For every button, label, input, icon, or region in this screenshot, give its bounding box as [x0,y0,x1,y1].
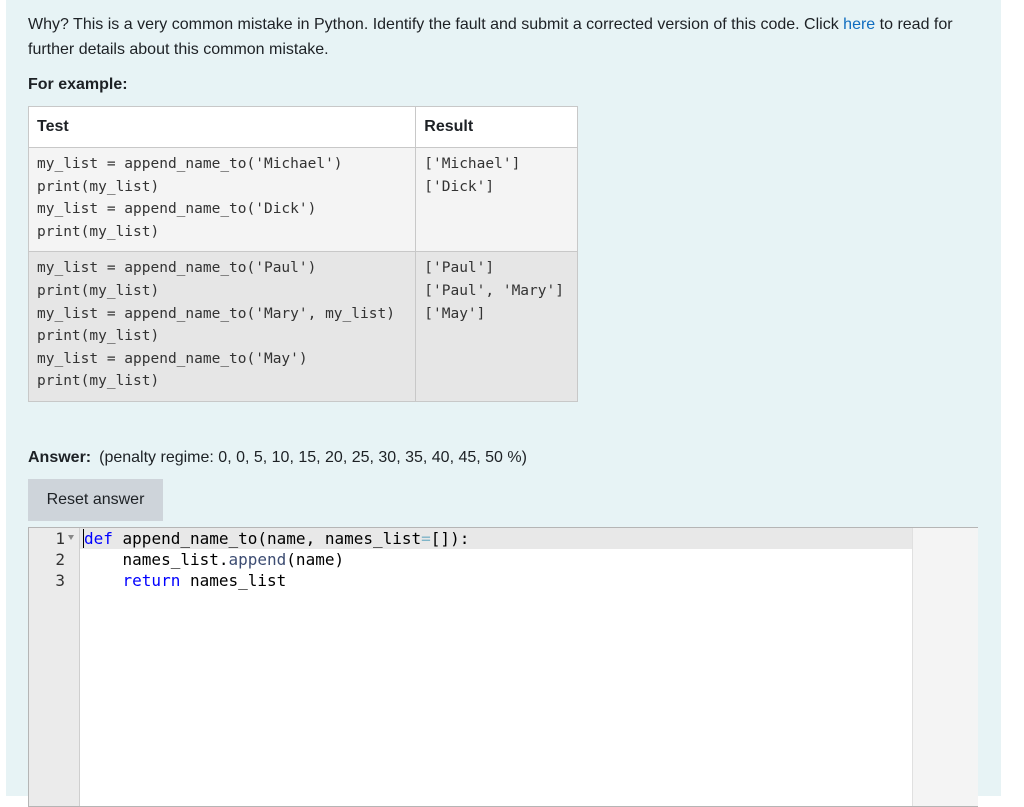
method-name: append [228,550,287,569]
code-editor[interactable]: 1 2 3 def append_name_to(name, names_lis… [28,527,978,807]
header-test: Test [27,106,417,148]
code-line-1[interactable]: def append_name_to(name, names_list=[]): [84,528,469,549]
answer-line: Answer: (penalty regime: 0, 0, 5, 10, 15,… [28,447,527,469]
code-text: append_name_to(name, names_list [112,529,422,548]
operator: = [421,529,431,548]
editor-gutter: 1 2 3 [29,528,80,806]
test-cell: my_list = append_name_to('Michael') prin… [27,146,417,253]
details-link[interactable]: here [843,16,875,33]
code-line-3[interactable]: return names_list [84,570,287,591]
answer-label: Answer: [28,449,92,466]
reset-answer-button[interactable]: Reset answer [28,479,163,521]
question-text: Why? This is a very common mistake in Py… [28,12,978,62]
intro-text: Why? This is a very common mistake in Py… [28,16,844,33]
keyword-def: def [84,529,113,548]
examples-table: Test Result my_list = append_name_to('Mi… [27,106,578,402]
code-text: []): [430,529,470,548]
table-row: my_list = append_name_to('Paul') print(m… [27,251,578,402]
for-example-label: For example: [28,76,128,93]
line-number: 2 [55,550,65,569]
code-text: names_list [180,571,287,590]
line-number: 3 [55,571,65,590]
print-margin [912,528,978,806]
result-cell: ['Paul'] ['Paul', 'Mary'] ['May'] [415,251,578,402]
code-text: names_list. [84,550,229,569]
code-line-2[interactable]: names_list.append(name) [84,549,345,570]
result-cell: ['Michael'] ['Dick'] [415,146,578,253]
header-result: Result [415,106,578,148]
fold-arrow-icon[interactable] [68,535,74,540]
penalty-regime: (penalty regime: 0, 0, 5, 10, 15, 20, 25… [99,449,527,466]
test-cell: my_list = append_name_to('Paul') print(m… [27,251,417,402]
table-row: my_list = append_name_to('Michael') prin… [27,146,578,253]
line-number: 1 [55,529,65,548]
keyword-return: return [122,571,181,590]
text-cursor [83,529,84,548]
code-text: (name) [286,550,345,569]
